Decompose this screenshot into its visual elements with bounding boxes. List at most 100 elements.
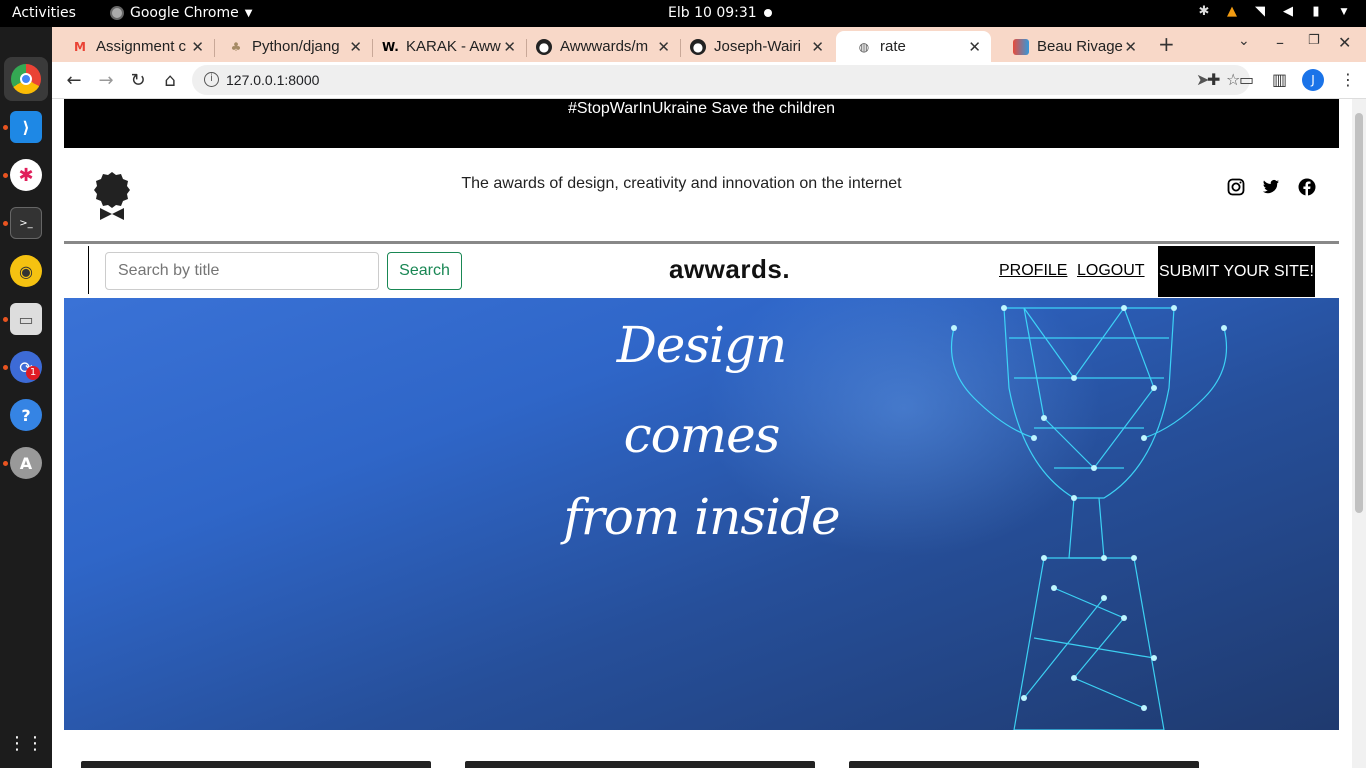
tab-karak[interactable]: W. KARAK - Aww ✕ xyxy=(362,31,526,62)
app-name: Google Chrome xyxy=(130,5,239,21)
address-bar[interactable]: i 127.0.0.1:8000 ➤ ☆ xyxy=(192,65,1250,95)
tab-beau-rivage[interactable]: Beau Rivage ✕ xyxy=(993,31,1147,62)
clock[interactable]: Elb 10 09:31 xyxy=(668,5,757,21)
running-pip xyxy=(3,365,8,370)
tab-label: KARAK - Aww xyxy=(406,38,501,55)
software-icon[interactable]: A xyxy=(10,447,42,479)
chevron-down-icon: ▼ xyxy=(244,7,253,19)
site-header: The awards of design, creativity and inn… xyxy=(64,148,1339,244)
info-icon[interactable]: i xyxy=(204,72,219,87)
tab-label: Assignment c xyxy=(96,38,187,55)
site-tagline: The awards of design, creativity and inn… xyxy=(461,175,902,192)
nav-divider xyxy=(88,246,89,294)
awwwards-icon: W. xyxy=(382,39,399,54)
profile-link[interactable]: PROFILE xyxy=(999,262,1067,280)
tab-label: Joseph-Wairi xyxy=(714,38,801,55)
app-grid-icon[interactable]: ⋮⋮ xyxy=(8,727,44,759)
vscode-icon[interactable]: ⟩ xyxy=(10,111,42,143)
dock: ⟩ ✱ >_ ◉ ▭ ⟳ 1 ? A ⋮⋮ xyxy=(0,27,52,768)
battery-icon[interactable]: ▮ xyxy=(1308,4,1324,20)
hero-banner: Design comes from inside xyxy=(64,298,1339,730)
close-icon[interactable]: ✕ xyxy=(1124,38,1137,56)
beaurivage-icon xyxy=(1013,38,1029,55)
extensions-icon[interactable]: ✚ xyxy=(1207,70,1220,89)
home-icon[interactable]: ⌂ xyxy=(159,70,181,91)
search-button[interactable]: Search xyxy=(387,252,462,290)
slack-tray-icon[interactable]: ✱ xyxy=(1196,4,1212,20)
wifi-icon[interactable]: ◥ xyxy=(1252,4,1268,20)
slack-icon[interactable]: ✱ xyxy=(10,159,42,191)
update-badge: 1 xyxy=(26,366,40,380)
tab-label: Python/djang xyxy=(252,38,340,55)
notification-dot xyxy=(764,9,772,17)
tab-awwwards-repo[interactable]: ● Awwwards/m ✕ xyxy=(516,31,680,62)
menu-kebab-icon[interactable]: ⋮ xyxy=(1340,70,1356,89)
browser-toolbar: ← → ↻ ⌂ i 127.0.0.1:8000 ➤ ☆ ✚ ▭ ▥ J ⋮ xyxy=(52,62,1366,99)
site-brand[interactable]: awwards. xyxy=(669,254,790,285)
tab-rate[interactable]: ◍ rate ✕ xyxy=(836,31,991,62)
site-navbar: Search awwards. PROFILE LOGOUT SUBMIT YO… xyxy=(64,246,1339,297)
tab-gmail[interactable]: M Assignment c ✕ xyxy=(52,31,214,62)
hero-line-2: comes xyxy=(623,406,781,464)
tab-joseph[interactable]: ● Joseph-Wairi ✕ xyxy=(670,31,834,62)
running-pip xyxy=(3,125,8,130)
close-icon[interactable]: ✕ xyxy=(349,38,362,56)
tab-strip: M Assignment c ✕ ♣ Python/djang ✕ W. KAR… xyxy=(52,27,1366,62)
terminal-icon[interactable]: >_ xyxy=(10,207,42,239)
side-panel-icon[interactable]: ▥ xyxy=(1272,70,1287,89)
profile-avatar[interactable]: J xyxy=(1302,69,1324,91)
close-icon[interactable]: ✕ xyxy=(968,38,981,56)
reload-icon[interactable]: ↻ xyxy=(127,70,149,91)
forward-arrow-icon[interactable]: → xyxy=(95,70,117,91)
running-pip xyxy=(3,173,8,178)
url-text[interactable]: 127.0.0.1:8000 xyxy=(226,72,319,88)
rhythmbox-icon[interactable]: ◉ xyxy=(10,255,42,287)
project-card-thumbnail[interactable] xyxy=(81,761,431,768)
close-icon[interactable]: ✕ xyxy=(811,38,824,56)
scrollbar-thumb[interactable] xyxy=(1355,113,1363,513)
running-pip xyxy=(3,317,8,322)
new-tab-button[interactable]: + xyxy=(1158,32,1175,56)
system-tray[interactable]: ✱ ▲ ◥ ◀ ▮ ▼ xyxy=(1196,4,1352,20)
banner-text: #StopWarInUkraine Save the children xyxy=(567,100,836,117)
activities-button[interactable]: Activities xyxy=(12,5,76,21)
hero-line-3: from inside xyxy=(563,488,840,546)
running-pip xyxy=(3,461,8,466)
project-card-thumbnail[interactable] xyxy=(849,761,1199,768)
chrome-app-icon xyxy=(110,6,124,20)
submit-site-button[interactable]: SUBMIT YOUR SITE! xyxy=(1158,246,1315,297)
back-arrow-icon[interactable]: ← xyxy=(63,70,85,91)
tab-python[interactable]: ♣ Python/djang ✕ xyxy=(208,31,372,62)
hero-line-1: Design xyxy=(616,316,788,374)
page-viewport: #StopWarInUkraine Save the children The … xyxy=(52,99,1366,768)
github-icon: ● xyxy=(690,38,706,55)
help-icon[interactable]: ? xyxy=(10,399,42,431)
facebook-icon[interactable] xyxy=(1298,178,1316,196)
close-icon[interactable]: ✕ xyxy=(657,38,670,56)
close-icon[interactable]: ✕ xyxy=(191,38,204,56)
chevron-down-icon[interactable]: ▼ xyxy=(1336,4,1352,20)
instagram-icon[interactable] xyxy=(1227,178,1245,196)
page-scrollbar[interactable] xyxy=(1352,99,1366,768)
twitter-icon[interactable] xyxy=(1262,178,1280,196)
tab-search-icon[interactable]: ⌄ xyxy=(1238,33,1250,49)
app-menu[interactable]: Google Chrome ▼ xyxy=(110,5,252,21)
minimize-icon[interactable]: – xyxy=(1276,33,1284,52)
globe-icon: ◍ xyxy=(858,39,870,54)
vlc-icon[interactable]: ▲ xyxy=(1224,4,1240,20)
running-pip xyxy=(3,221,8,226)
volume-icon[interactable]: ◀ xyxy=(1280,4,1296,20)
tab-label: Awwwards/m xyxy=(560,38,649,55)
cast-icon[interactable]: ▭ xyxy=(1239,70,1254,89)
search-input[interactable] xyxy=(105,252,379,290)
tab-label: Beau Rivage xyxy=(1037,38,1123,55)
close-icon[interactable]: ✕ xyxy=(503,38,516,56)
logout-link[interactable]: LOGOUT xyxy=(1077,262,1145,280)
project-card-thumbnail[interactable] xyxy=(465,761,815,768)
files-icon[interactable]: ▭ xyxy=(10,303,42,335)
ukraine-banner: #StopWarInUkraine Save the children xyxy=(64,99,1339,148)
tab-label: rate xyxy=(880,38,906,55)
close-window-icon[interactable]: ✕ xyxy=(1338,33,1351,52)
restore-icon[interactable]: ❐ xyxy=(1308,33,1320,48)
chrome-icon[interactable] xyxy=(11,64,41,94)
